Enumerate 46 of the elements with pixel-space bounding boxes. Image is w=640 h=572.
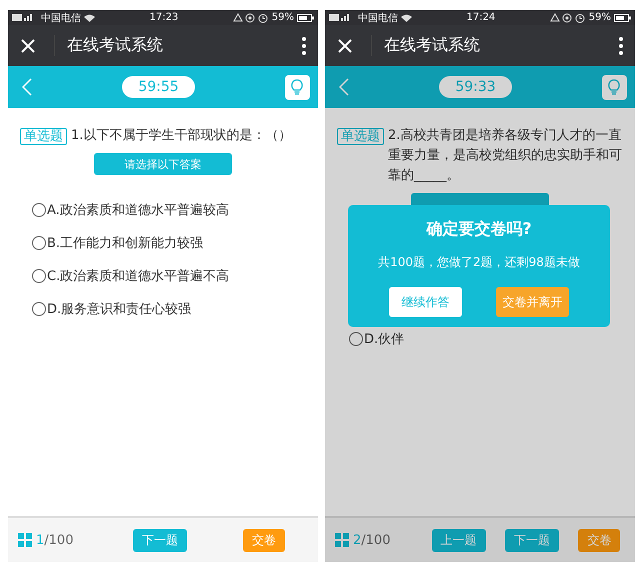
continue-button[interactable]: 继续作答 xyxy=(389,287,462,317)
notification-icons xyxy=(232,12,269,22)
clock-time: 17:24 xyxy=(465,12,496,23)
select-answer-prompt[interactable]: 请选择以下答案 xyxy=(94,153,232,175)
battery-icon xyxy=(297,14,314,22)
nav-button[interactable]: 下一题 xyxy=(133,528,187,552)
submit-button[interactable]: 交卷 xyxy=(243,528,285,552)
answer-option[interactable]: C.政治素质和道德水平普遍不高 xyxy=(32,267,306,285)
radio-button[interactable] xyxy=(32,236,46,250)
nav-button[interactable]: 下一题 xyxy=(504,528,559,552)
question-type-tag: 单选题 xyxy=(20,128,67,145)
answer-option[interactable]: A.政治素质和道德水平普遍较高 xyxy=(32,201,306,219)
dialog-title: 确定要交卷吗? xyxy=(426,219,532,240)
more-menu-icon[interactable] xyxy=(302,36,306,54)
battery-label: 59% xyxy=(272,12,294,23)
lightbulb-icon xyxy=(608,78,620,96)
close-icon[interactable] xyxy=(20,38,36,54)
wifi-icon xyxy=(84,14,95,22)
submit-button[interactable]: 交卷 xyxy=(578,528,620,552)
countdown-timer: 59:55 xyxy=(122,76,195,98)
wifi-icon xyxy=(401,14,412,22)
radio-button[interactable] xyxy=(32,302,46,316)
lightbulb-icon xyxy=(291,78,304,96)
countdown-timer: 59:33 xyxy=(439,76,512,98)
nav-button[interactable]: 上一题 xyxy=(432,528,486,552)
question-text: 2.高校共青团是培养各级专门人才的一直重要力量，是高校党组织的忠实助手和可靠的_____。 xyxy=(388,127,623,185)
dialog-message: 共100题，您做了2题，还剩98题未做 xyxy=(378,254,580,271)
more-menu-icon[interactable] xyxy=(619,36,623,54)
question-type-tag: 单选题 xyxy=(337,128,384,145)
question-counter: 1/100 xyxy=(36,532,74,548)
battery-label: 59% xyxy=(588,12,611,23)
battery-icon xyxy=(614,14,631,22)
radio-button[interactable] xyxy=(32,269,46,283)
question-text: 1.以下不属于学生干部现状的是：（） xyxy=(71,127,292,145)
clock-time: 17:23 xyxy=(148,12,180,23)
answer-option[interactable]: D.服务意识和责任心较强 xyxy=(32,300,306,318)
question-counter: 2/100 xyxy=(353,532,390,548)
close-icon[interactable] xyxy=(337,38,353,54)
carrier-label: 中国电信 xyxy=(358,12,398,24)
answer-option[interactable]: D.伙伴 xyxy=(349,330,623,348)
notification-icons xyxy=(550,12,586,22)
submit-leave-button[interactable]: 交卷并离开 xyxy=(496,287,569,317)
answer-option[interactable]: B.工作能力和创新能力较强 xyxy=(32,234,306,252)
carrier-label: 中国电信 xyxy=(41,12,81,24)
radio-button[interactable] xyxy=(349,332,363,346)
radio-button[interactable] xyxy=(32,203,46,217)
